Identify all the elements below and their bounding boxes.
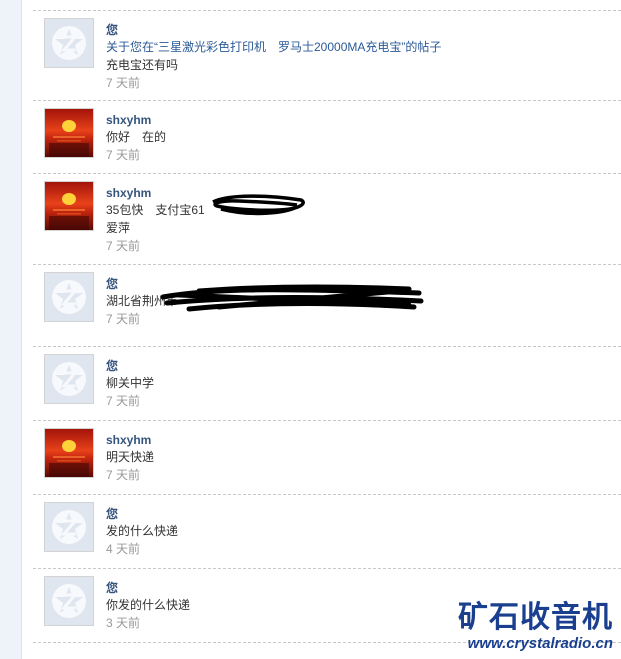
default-avatar-icon[interactable]: [44, 354, 94, 404]
sender-name[interactable]: 您: [106, 22, 621, 38]
default-avatar-icon[interactable]: [44, 502, 94, 552]
message-item: 您 柳关中学 7 天前: [33, 347, 621, 421]
watermark-title: 矿石收音机: [458, 600, 613, 635]
sender-name[interactable]: 您: [106, 580, 621, 596]
message-text: 湖北省荆州市: [106, 294, 179, 308]
message-item: shxyhm 35包快 支付宝61 爱萍 7 天前: [33, 174, 621, 265]
message-text: 你好 在的: [106, 130, 167, 144]
timestamp: 7 天前: [106, 148, 141, 162]
sunset-avatar-icon[interactable]: [44, 181, 94, 231]
message-item: shxyhm 明天快递 7 天前: [33, 421, 621, 495]
timestamp: 7 天前: [106, 394, 141, 408]
sender-name[interactable]: shxyhm: [106, 432, 621, 448]
message-text: 明天快递: [106, 450, 155, 464]
sunset-avatar-icon[interactable]: [44, 428, 94, 478]
message-item: 您 关于您在“三星激光彩色打印机 罗马士20000MA充电宝”的帖子 充电宝还有…: [33, 11, 621, 101]
sender-name[interactable]: shxyhm: [106, 112, 621, 128]
sender-name[interactable]: shxyhm: [106, 185, 621, 201]
message-text: 柳关中学: [106, 376, 155, 390]
message-text: 35包快 支付宝61: [106, 203, 205, 217]
post-reference-link[interactable]: 关于您在“三星激光彩色打印机 罗马士20000MA充电宝”的帖子: [106, 38, 621, 56]
sunset-avatar-icon[interactable]: [44, 108, 94, 158]
timestamp: 7 天前: [106, 312, 141, 326]
sender-name[interactable]: 您: [106, 276, 621, 292]
message-item: 您 湖北省荆州市 7 天前: [33, 265, 621, 347]
default-avatar-icon[interactable]: [44, 576, 94, 626]
default-avatar-icon[interactable]: [44, 18, 94, 68]
message-text: 发的什么快递: [106, 524, 179, 538]
message-item: shxyhm 你好 在的 7 天前: [33, 101, 621, 174]
sender-name[interactable]: 您: [106, 506, 621, 522]
sender-name[interactable]: 您: [106, 358, 621, 374]
left-sidebar-rail: [0, 0, 22, 659]
site-watermark: 矿石收音机 www.crystalradio.cn: [458, 601, 613, 653]
timestamp: 7 天前: [106, 468, 141, 482]
message-feed: 您 关于您在“三星激光彩色打印机 罗马士20000MA充电宝”的帖子 充电宝还有…: [33, 0, 621, 643]
timestamp: 7 天前: [106, 76, 141, 90]
timestamp: 4 天前: [106, 542, 141, 556]
message-text: 充电宝还有吗: [106, 58, 179, 72]
message-text-secondary: 爱萍: [106, 221, 131, 235]
default-avatar-icon[interactable]: [44, 272, 94, 322]
divider: [33, 0, 621, 11]
watermark-url: www.crystalradio.cn: [467, 635, 613, 652]
timestamp: 7 天前: [106, 239, 141, 253]
message-item: 您 发的什么快递 4 天前: [33, 495, 621, 569]
